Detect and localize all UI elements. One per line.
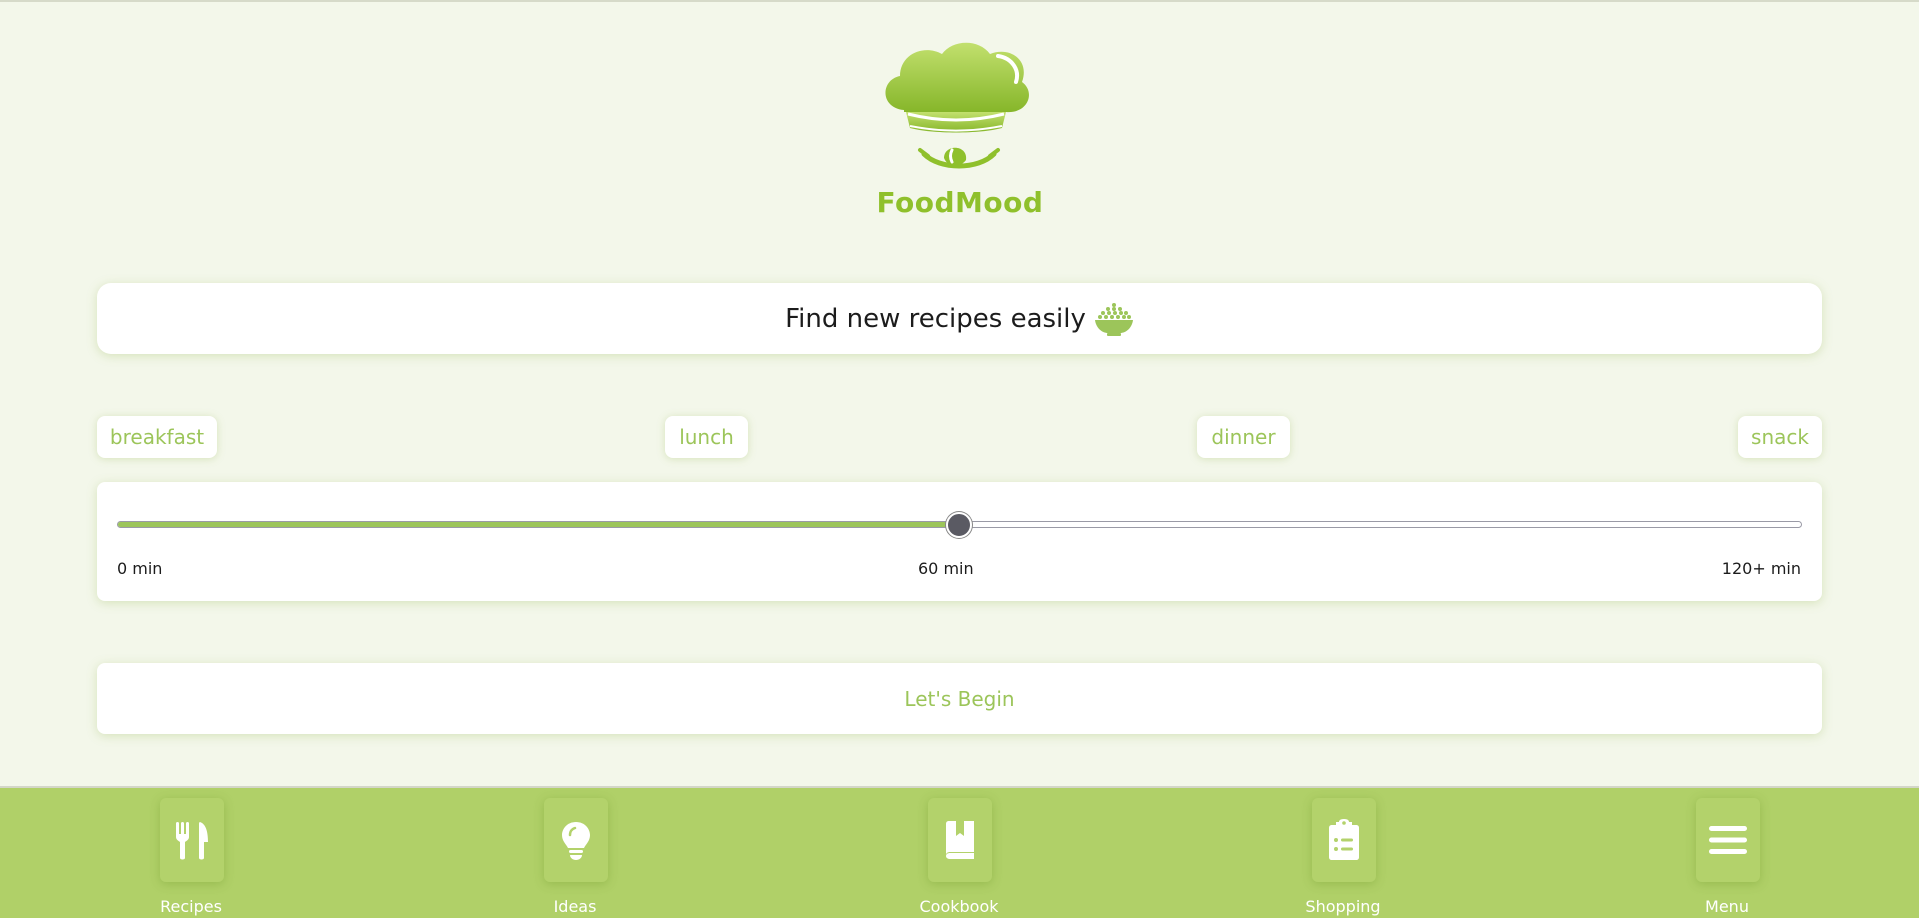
nav-item-ideas[interactable]: Ideas xyxy=(505,798,645,918)
bottom-nav: Recipes Ideas Cookbook Shopping Menu xyxy=(0,786,1919,918)
meal-filter-breakfast[interactable]: breakfast xyxy=(97,416,217,458)
nav-label: Menu xyxy=(1705,897,1749,916)
nav-tile xyxy=(160,798,224,882)
clipboard-list-icon xyxy=(1329,819,1359,860)
lightbulb-icon xyxy=(562,822,590,860)
nav-item-menu[interactable]: Menu xyxy=(1657,798,1797,918)
bowl-icon xyxy=(1094,302,1133,336)
book-icon xyxy=(946,821,974,859)
slider-label-middle: 60 min xyxy=(918,559,974,578)
meal-filter-lunch[interactable]: lunch xyxy=(665,416,748,458)
nav-item-cookbook[interactable]: Cookbook xyxy=(889,798,1029,918)
lets-begin-button[interactable]: Let's Begin xyxy=(97,663,1822,734)
nav-item-recipes[interactable]: Recipes xyxy=(121,798,261,918)
nav-label: Recipes xyxy=(160,897,222,916)
nav-label: Cookbook xyxy=(919,897,999,916)
chef-hat-smile-icon xyxy=(885,42,1029,169)
meal-filter-dinner[interactable]: dinner xyxy=(1197,416,1290,458)
headline-card: Find new recipes easily xyxy=(97,283,1822,354)
nav-label: Shopping xyxy=(1305,897,1381,916)
slider-track-fill xyxy=(118,522,960,527)
slider-label-end: 120+ min xyxy=(1721,559,1801,578)
nav-label: Ideas xyxy=(553,897,597,916)
cooking-time-slider-card: 0 min 60 min 120+ min xyxy=(97,482,1822,601)
brand-name: FoodMood xyxy=(876,186,1044,219)
top-border xyxy=(0,0,1919,2)
nav-tile xyxy=(544,798,608,882)
nav-item-shopping[interactable]: Shopping xyxy=(1273,798,1413,918)
utensils-icon xyxy=(176,822,208,860)
meal-filter-snack[interactable]: snack xyxy=(1738,416,1822,458)
nav-tile xyxy=(928,798,992,882)
headline-text: Find new recipes easily xyxy=(785,303,1086,334)
slider-thumb[interactable] xyxy=(946,512,972,538)
slider-label-start: 0 min xyxy=(117,559,163,578)
nav-tile xyxy=(1696,798,1760,882)
hamburger-menu-icon xyxy=(1709,826,1747,854)
nav-tile xyxy=(1312,798,1376,882)
